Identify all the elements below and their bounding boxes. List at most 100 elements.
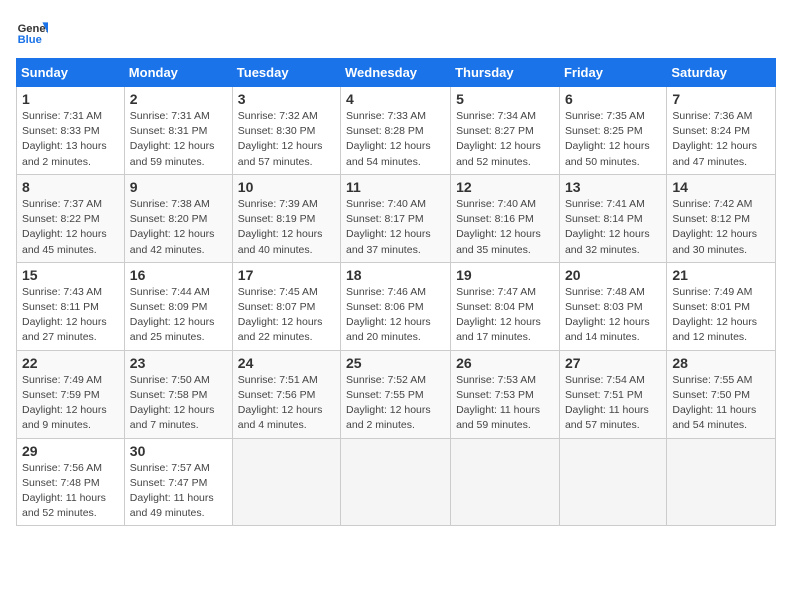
day-number: 17: [238, 267, 335, 283]
day-info: Sunrise: 7:56 AMSunset: 7:48 PMDaylight:…: [22, 462, 106, 520]
day-info: Sunrise: 7:45 AMSunset: 8:07 PMDaylight:…: [238, 286, 323, 344]
calendar-day-7: 7 Sunrise: 7:36 AMSunset: 8:24 PMDaylight…: [667, 87, 776, 175]
day-info: Sunrise: 7:42 AMSunset: 8:12 PMDaylight:…: [672, 198, 757, 256]
day-header-sunday: Sunday: [17, 59, 125, 87]
day-info: Sunrise: 7:46 AMSunset: 8:06 PMDaylight:…: [346, 286, 431, 344]
calendar-day-8: 8 Sunrise: 7:37 AMSunset: 8:22 PMDaylight…: [17, 174, 125, 262]
day-info: Sunrise: 7:34 AMSunset: 8:27 PMDaylight:…: [456, 110, 541, 168]
day-info: Sunrise: 7:41 AMSunset: 8:14 PMDaylight:…: [565, 198, 650, 256]
calendar-day-27: 27 Sunrise: 7:54 AMSunset: 7:51 PMDayligh…: [559, 350, 666, 438]
day-header-wednesday: Wednesday: [341, 59, 451, 87]
day-number: 4: [346, 91, 445, 107]
day-info: Sunrise: 7:43 AMSunset: 8:11 PMDaylight:…: [22, 286, 107, 344]
day-info: Sunrise: 7:53 AMSunset: 7:53 PMDaylight:…: [456, 374, 540, 432]
svg-text:General: General: [18, 23, 48, 35]
calendar-empty-cell: [451, 438, 560, 526]
calendar-day-26: 26 Sunrise: 7:53 AMSunset: 7:53 PMDayligh…: [451, 350, 560, 438]
calendar-day-5: 5 Sunrise: 7:34 AMSunset: 8:27 PMDaylight…: [451, 87, 560, 175]
calendar-day-29: 29 Sunrise: 7:56 AMSunset: 7:48 PMDayligh…: [17, 438, 125, 526]
calendar-week-4: 22Sunrise: 7:49 AMSunset: 7:59 PMDayligh…: [17, 350, 776, 438]
day-number: 29: [22, 443, 119, 459]
day-info: Sunrise: 7:32 AMSunset: 8:30 PMDaylight:…: [238, 110, 323, 168]
day-number: 8: [22, 179, 119, 195]
day-info: Sunrise: 7:39 AMSunset: 8:19 PMDaylight:…: [238, 198, 323, 256]
calendar-week-3: 15 Sunrise: 7:43 AMSunset: 8:11 PMDayligh…: [17, 262, 776, 350]
day-number: 26: [456, 355, 554, 371]
calendar-week-5: 29 Sunrise: 7:56 AMSunset: 7:48 PMDayligh…: [17, 438, 776, 526]
calendar-day-6: 6 Sunrise: 7:35 AMSunset: 8:25 PMDaylight…: [559, 87, 666, 175]
calendar-day-16: 16 Sunrise: 7:44 AMSunset: 8:09 PMDayligh…: [124, 262, 232, 350]
day-info: Sunrise: 7:40 AMSunset: 8:17 PMDaylight:…: [346, 198, 431, 256]
calendar-day-14: 14 Sunrise: 7:42 AMSunset: 8:12 PMDayligh…: [667, 174, 776, 262]
calendar-day-10: 10 Sunrise: 7:39 AMSunset: 8:19 PMDayligh…: [232, 174, 340, 262]
day-number: 15: [22, 267, 119, 283]
calendar-week-2: 8 Sunrise: 7:37 AMSunset: 8:22 PMDaylight…: [17, 174, 776, 262]
calendar-day-11: 11 Sunrise: 7:40 AMSunset: 8:17 PMDayligh…: [341, 174, 451, 262]
day-info: Sunrise: 7:55 AMSunset: 7:50 PMDaylight:…: [672, 374, 756, 432]
calendar-empty-cell: [341, 438, 451, 526]
day-info: Sunrise: 7:33 AMSunset: 8:28 PMDaylight:…: [346, 110, 431, 168]
day-info: Sunrise: 7:44 AMSunset: 8:09 PMDaylight:…: [130, 286, 215, 344]
day-info: Sunrise: 7:35 AMSunset: 8:25 PMDaylight:…: [565, 110, 650, 168]
day-number: 27: [565, 355, 661, 371]
calendar-day-24: 24 Sunrise: 7:51 AMSunset: 7:56 PMDayligh…: [232, 350, 340, 438]
day-header-friday: Friday: [559, 59, 666, 87]
day-info: Sunrise: 7:50 AMSunset: 7:58 PMDaylight:…: [130, 374, 215, 432]
calendar-day-18: 18 Sunrise: 7:46 AMSunset: 8:06 PMDayligh…: [341, 262, 451, 350]
day-number: 10: [238, 179, 335, 195]
calendar-day-1: 1Sunrise: 7:31 AMSunset: 8:33 PMDaylight…: [17, 87, 125, 175]
day-info: Sunrise: 7:31 AMSunset: 8:31 PMDaylight:…: [130, 110, 215, 168]
day-number: 24: [238, 355, 335, 371]
calendar-day-21: 21 Sunrise: 7:49 AMSunset: 8:01 PMDayligh…: [667, 262, 776, 350]
day-number: 5: [456, 91, 554, 107]
day-number: 19: [456, 267, 554, 283]
day-info: Sunrise: 7:37 AMSunset: 8:22 PMDaylight:…: [22, 198, 107, 256]
calendar-day-4: 4 Sunrise: 7:33 AMSunset: 8:28 PMDaylight…: [341, 87, 451, 175]
logo: General Blue: [16, 16, 48, 48]
page-header: General Blue: [16, 16, 776, 48]
day-header-thursday: Thursday: [451, 59, 560, 87]
day-number: 21: [672, 267, 770, 283]
calendar-day-13: 13 Sunrise: 7:41 AMSunset: 8:14 PMDayligh…: [559, 174, 666, 262]
calendar-empty-cell: [232, 438, 340, 526]
calendar-empty-cell: [667, 438, 776, 526]
day-number: 12: [456, 179, 554, 195]
day-number: 1: [22, 91, 119, 107]
day-header-saturday: Saturday: [667, 59, 776, 87]
day-header-tuesday: Tuesday: [232, 59, 340, 87]
calendar-day-19: 19Sunrise: 7:47 AMSunset: 8:04 PMDayligh…: [451, 262, 560, 350]
day-info: Sunrise: 7:40 AMSunset: 8:16 PMDaylight:…: [456, 198, 541, 256]
day-number: 2: [130, 91, 227, 107]
svg-text:Blue: Blue: [18, 34, 42, 46]
logo-icon: General Blue: [16, 16, 48, 48]
day-number: 9: [130, 179, 227, 195]
day-info: Sunrise: 7:49 AMSunset: 8:01 PMDaylight:…: [672, 286, 757, 344]
day-number: 11: [346, 179, 445, 195]
day-info: Sunrise: 7:54 AMSunset: 7:51 PMDaylight:…: [565, 374, 649, 432]
calendar-header: SundayMondayTuesdayWednesdayThursdayFrid…: [17, 59, 776, 87]
calendar-empty-cell: [559, 438, 666, 526]
day-number: 25: [346, 355, 445, 371]
day-info: Sunrise: 7:36 AMSunset: 8:24 PMDaylight:…: [672, 110, 757, 168]
day-info: Sunrise: 7:52 AMSunset: 7:55 PMDaylight:…: [346, 374, 431, 432]
day-number: 3: [238, 91, 335, 107]
day-info: Sunrise: 7:57 AMSunset: 7:47 PMDaylight:…: [130, 462, 214, 520]
day-number: 6: [565, 91, 661, 107]
calendar-day-23: 23 Sunrise: 7:50 AMSunset: 7:58 PMDayligh…: [124, 350, 232, 438]
day-number: 13: [565, 179, 661, 195]
day-number: 23: [130, 355, 227, 371]
day-number: 7: [672, 91, 770, 107]
day-number: 14: [672, 179, 770, 195]
calendar-day-15: 15 Sunrise: 7:43 AMSunset: 8:11 PMDayligh…: [17, 262, 125, 350]
day-number: 30: [130, 443, 227, 459]
day-number: 18: [346, 267, 445, 283]
day-number: 20: [565, 267, 661, 283]
calendar-day-20: 20Sunrise: 7:48 AMSunset: 8:03 PMDayligh…: [559, 262, 666, 350]
calendar-table: SundayMondayTuesdayWednesdayThursdayFrid…: [16, 58, 776, 526]
calendar-day-12: 12 Sunrise: 7:40 AMSunset: 8:16 PMDayligh…: [451, 174, 560, 262]
day-header-monday: Monday: [124, 59, 232, 87]
calendar-day-3: 3 Sunrise: 7:32 AMSunset: 8:30 PMDaylight…: [232, 87, 340, 175]
calendar-day-28: 28Sunrise: 7:55 AMSunset: 7:50 PMDayligh…: [667, 350, 776, 438]
day-number: 16: [130, 267, 227, 283]
day-info: Sunrise: 7:51 AMSunset: 7:56 PMDaylight:…: [238, 374, 323, 432]
